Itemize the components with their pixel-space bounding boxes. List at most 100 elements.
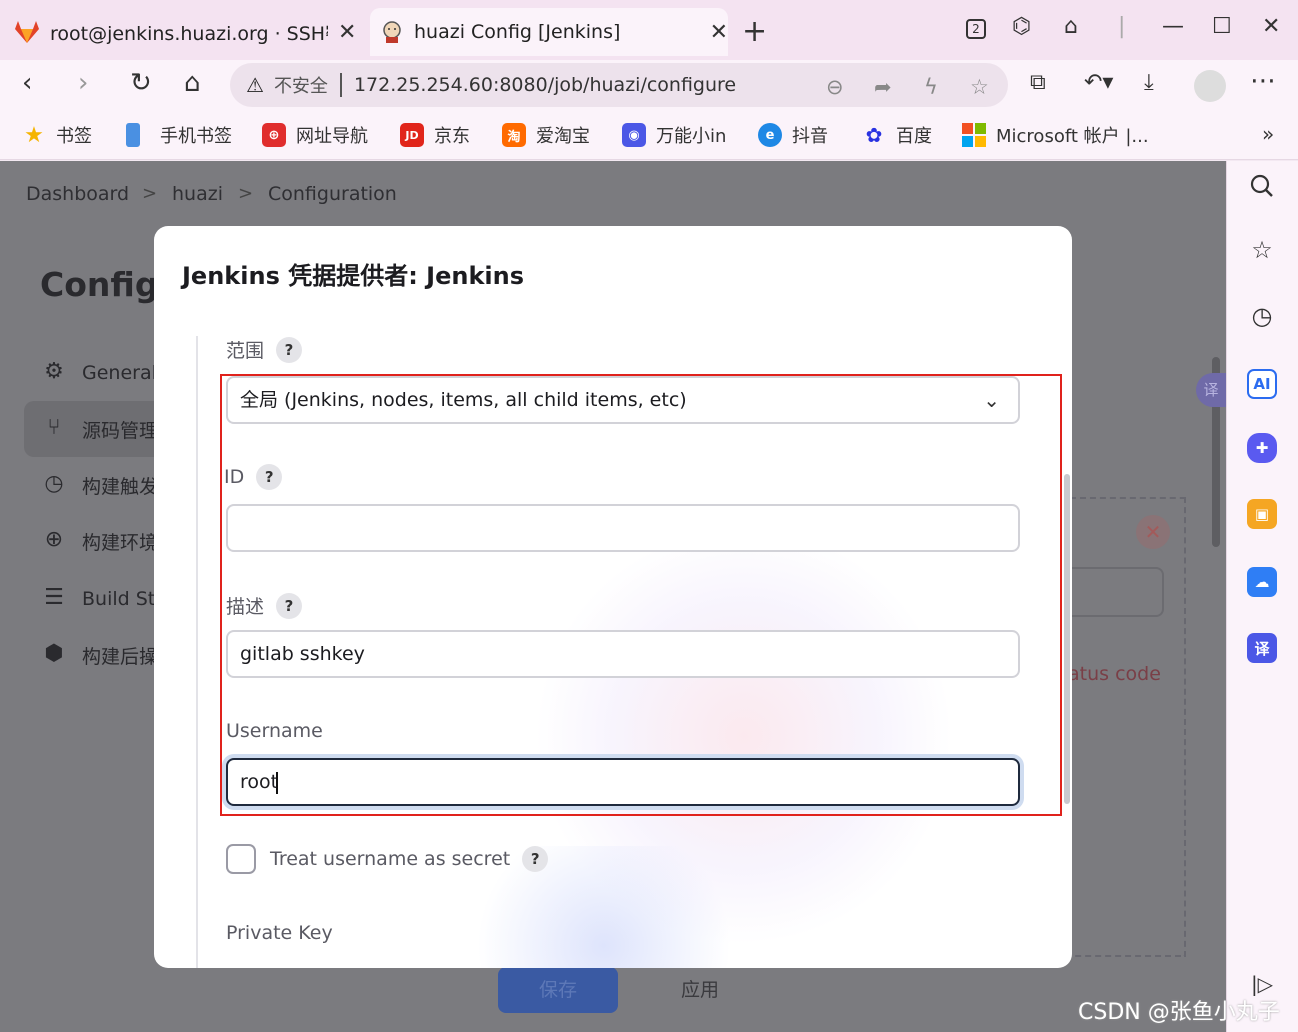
bookmark-item[interactable]: ★ 书签 [22,122,92,148]
bookmark-label: 万能小in [656,126,727,147]
tab-bar: root@jenkins.huazi.org · SSH密钥 ✕ huazi C… [0,0,1298,60]
new-tab-button[interactable]: + [742,14,767,49]
help-icon[interactable]: ? [522,846,549,872]
download-icon[interactable]: ⤓ [1144,70,1154,95]
tab-gitlab[interactable]: root@jenkins.huazi.org · SSH密钥 ✕ [14,8,364,56]
gamepad-icon[interactable]: ✚ [1247,433,1277,463]
lightning-icon[interactable]: ϟ [924,75,938,99]
address-bar[interactable]: ⚠ 不安全 172.25.254.60:8080/job/huazi/confi… [230,63,1008,107]
tab-jenkins-config[interactable]: huazi Config [Jenkins] ✕ [370,8,728,56]
sidebar-item-general[interactable]: ⚙ General [40,359,157,387]
maximize-button[interactable]: ☐ [1212,14,1232,39]
treat-username-secret-checkbox[interactable] [226,844,256,874]
forward-button[interactable]: › [78,68,88,98]
bg-status-text: atus code [1068,663,1161,685]
extensions-icon[interactable]: ⧉ [1030,70,1046,95]
toolbar: ‹ › ↻ ⌂ ⚠ 不安全 172.25.254.60:8080/job/hua… [0,60,1298,112]
tab-count-button[interactable]: 2 [966,14,986,39]
jd-icon: JD [400,123,424,147]
taobao-icon: 淘 [502,123,526,147]
watermark: CSDN @张鱼小丸子 [1078,1000,1280,1025]
avatar[interactable] [1194,70,1226,102]
bg-section-box-edge [1184,497,1186,957]
cloud-icon[interactable]: ☁ [1247,567,1277,597]
favorite-star-icon[interactable]: ☆ [970,75,989,99]
history-icon[interactable]: ◷ [1247,301,1277,331]
sidebar-item-label: 构建后操 [82,645,159,668]
divider [339,73,342,97]
branch-icon: ⑂ [47,415,61,440]
dialog-title: Jenkins 凭据提供者: Jenkins [182,262,525,290]
bookmark-item[interactable]: 淘 爱淘宝 [502,122,590,148]
incognito-icon[interactable]: ⌬ [1012,14,1031,39]
bookmark-item[interactable]: ✿ 百度 [862,122,932,148]
globe-icon: ⊕ [44,527,64,552]
home-button[interactable]: ⌂ [184,68,201,98]
bookmark-label: 百度 [896,126,932,147]
sidebar-item-build-steps[interactable]: ☰ Build St [40,585,155,613]
bookmark-item[interactable]: ◉ 万能小in [622,122,726,148]
more-menu-icon[interactable]: ⋯ [1250,66,1276,96]
baidu-icon: ✿ [865,123,883,147]
scope-label: 范围 ? [226,336,303,363]
section-rule [196,336,198,968]
bookmark-item[interactable]: e 抖音 [758,122,828,148]
url-text[interactable]: 172.25.254.60:8080/job/huazi/configure [354,74,736,96]
clock-icon: ◷ [44,471,64,496]
breadcrumb-configuration[interactable]: Configuration [268,183,397,205]
translate-float-icon[interactable]: 译 [1196,373,1226,407]
ai-icon[interactable]: AI [1247,369,1277,399]
treat-username-secret-label: Treat username as secret ? [270,846,549,872]
bookmark-label: Microsoft 帐户 |... [996,126,1149,147]
reload-button[interactable]: ↻ [130,68,152,98]
bookmark-item[interactable]: ⊕ 网址导航 [262,122,368,148]
sidebar-item-environment[interactable]: ⊕ 构建环境 [40,527,158,555]
help-icon[interactable]: ? [276,336,303,363]
divider: | [1118,14,1126,39]
bookmark-item[interactable]: 手机书签 [126,122,232,148]
shirt-icon[interactable]: ⌂ [1064,14,1078,39]
tab-count-badge: 2 [966,19,986,39]
gear-icon: ⚙ [44,359,64,384]
zoom-out-icon[interactable]: ⊖ [826,75,844,99]
tab-close-icon[interactable]: ✕ [338,20,356,45]
bookmark-label: 京东 [434,126,470,147]
bg-input[interactable] [1064,567,1164,617]
breadcrumb-huazi[interactable]: huazi [172,183,223,205]
bookmark-item[interactable]: Microsoft 帐户 |... [962,122,1149,148]
undo-icon[interactable]: ↶▾ [1084,70,1113,95]
search-icon[interactable] [1247,171,1277,201]
star-outline-icon[interactable]: ☆ [1247,235,1277,265]
bookmarks-bar: ★ 书签 手机书签 ⊕ 网址导航 JD 京东 淘 爱淘宝 ◉ 万能小in e 抖… [0,112,1298,160]
minimize-button[interactable]: — [1162,14,1184,39]
close-icon[interactable]: ✕ [1136,515,1170,549]
back-button[interactable]: ‹ [22,68,32,98]
toolbox-icon[interactable]: ▣ [1247,499,1277,529]
jenkins-icon [380,20,404,44]
private-key-label: Private Key [226,922,333,944]
close-window-button[interactable]: ✕ [1262,14,1280,39]
dialog-scrollbar[interactable] [1064,474,1070,804]
bookmark-label: 爱淘宝 [536,126,590,147]
breadcrumb-sep: > [142,183,158,204]
save-button[interactable]: 保存 [498,967,618,1013]
edge-icon: e [758,123,782,147]
share-icon[interactable]: ➦ [874,75,892,99]
sidebar-item-scm[interactable]: ⑂ 源码管理 [40,415,158,443]
sidebar-item-post-build[interactable]: ⬢ 构建后操 [40,641,158,669]
bookmarks-more-button[interactable]: » [1262,122,1274,146]
bookmark-item[interactable]: JD 京东 [400,122,470,148]
translate-icon[interactable]: 译 [1247,633,1277,663]
tab-close-icon[interactable]: ✕ [710,20,728,45]
nav-icon: ⊕ [262,123,286,147]
sidebar-item-label: Build St [82,588,156,610]
sidebar-item-label: 构建环境 [82,531,159,554]
sidebar-item-triggers[interactable]: ◷ 构建触发 [40,471,158,499]
annotation-highlight-box [220,374,1062,816]
sidebar-item-label: 构建触发 [82,475,159,498]
breadcrumb-dashboard[interactable]: Dashboard [26,183,129,205]
bookmark-label: 抖音 [792,126,828,147]
apply-button[interactable]: 应用 [640,967,760,1013]
gitlab-icon [14,20,40,44]
warning-icon: ⚠ [246,73,264,97]
